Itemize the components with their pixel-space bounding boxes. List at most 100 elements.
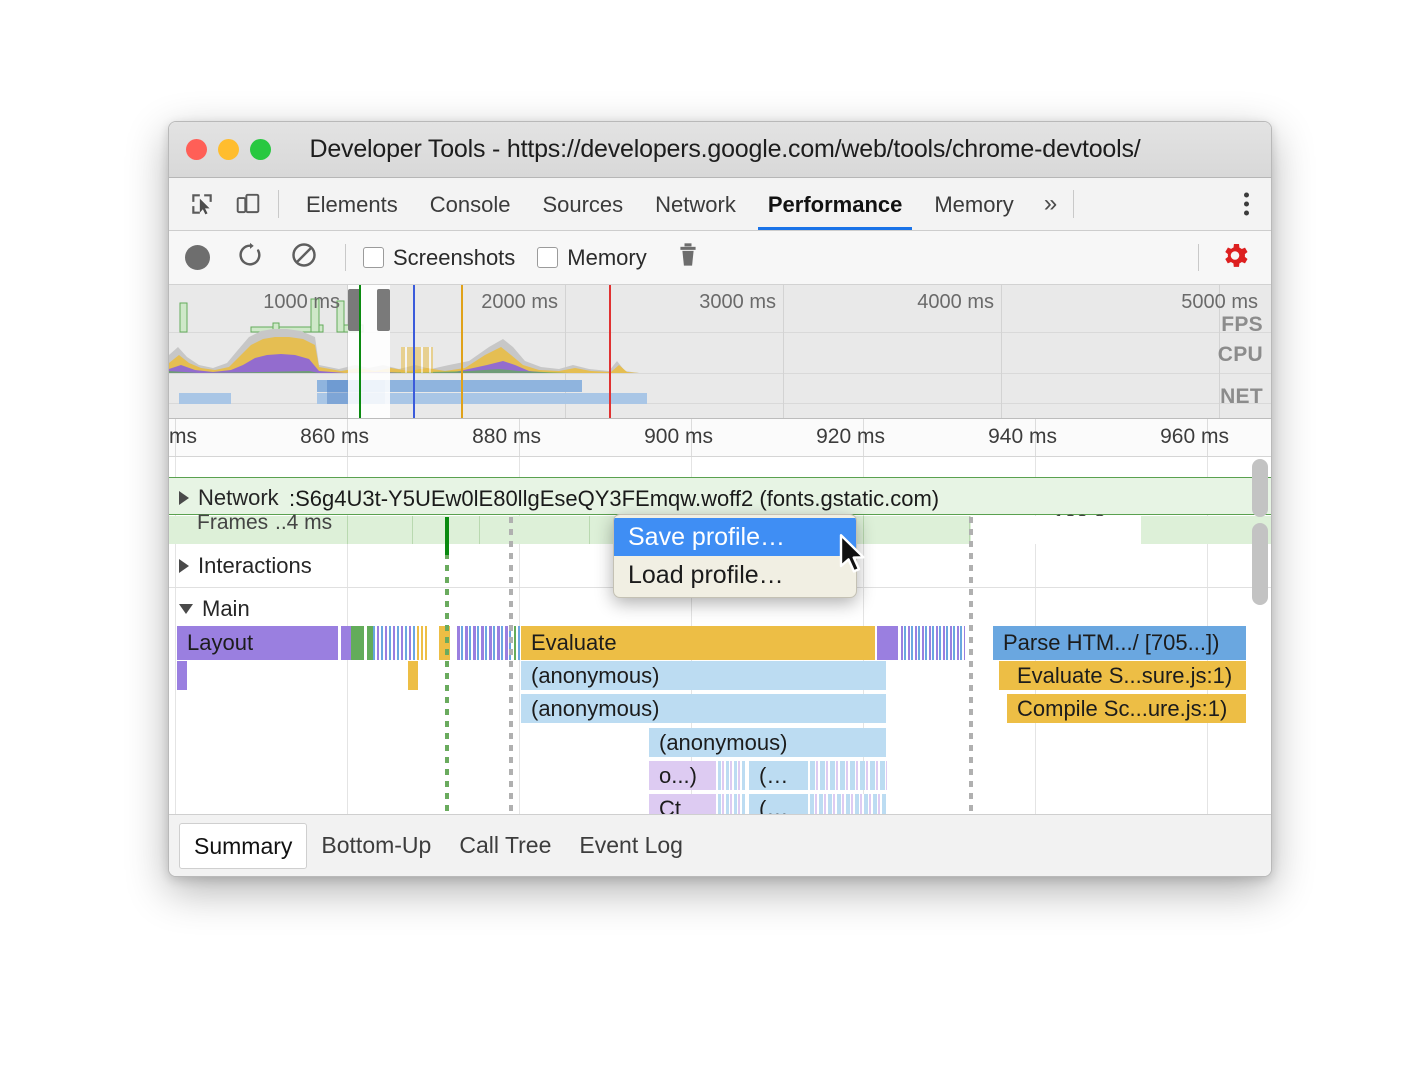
tab-network[interactable]: Network (639, 179, 752, 230)
main-track-label: Main (202, 596, 250, 622)
frames-track-label: Frames (197, 511, 268, 535)
flame-bar-o[interactable]: o...) (649, 761, 717, 790)
flame-bar-cluster[interactable] (373, 626, 415, 660)
flame-bar-anonymous-1[interactable]: (anonymous) (521, 661, 887, 690)
ruler-tick: 960 ms (1160, 425, 1237, 449)
main-track-header[interactable]: Main (179, 596, 250, 622)
track-network[interactable]: Network :S6g4U3t-Y5UEw0lE80llgEseQY3FEmq… (169, 477, 1271, 515)
toolbar-separator (345, 244, 346, 271)
flame-bar-cluster[interactable] (810, 761, 887, 790)
ruler-tick: 940 ms (988, 425, 1065, 449)
window-controls (169, 139, 271, 160)
device-toolbar-icon[interactable] (229, 185, 267, 223)
collect-garbage-icon[interactable] (675, 241, 701, 274)
window-title-bar: Developer Tools - https://developers.goo… (169, 122, 1271, 178)
network-request-tooltip: :S6g4U3t-Y5UEw0lE80llgEseQY3FEmqw.woff2 … (289, 486, 939, 512)
chevron-down-icon (179, 604, 193, 614)
tab-summary[interactable]: Summary (179, 823, 307, 869)
overview-track-label-cpu: CPU (1218, 343, 1263, 367)
screenshots-label: Screenshots (393, 245, 515, 271)
performance-toolbar: Screenshots Memory (169, 231, 1271, 285)
zoom-button[interactable] (250, 139, 271, 160)
kebab-menu-icon[interactable] (1244, 193, 1249, 216)
tool-icon-group (169, 185, 267, 223)
load-event-marker (413, 285, 415, 418)
onload-marker (609, 285, 611, 418)
dom-content-loaded-marker (359, 285, 361, 418)
inspect-element-icon[interactable] (183, 185, 221, 223)
network-track-label: Network (198, 485, 279, 511)
tab-performance[interactable]: Performance (752, 179, 919, 230)
timeline-overview[interactable]: 1000 ms 2000 ms 3000 ms 4000 ms 5000 ms … (169, 285, 1271, 419)
tab-sources[interactable]: Sources (526, 179, 639, 230)
frame-duration: ..4 ms (275, 511, 332, 535)
devtools-tab-strip: Elements Console Sources Network Perform… (169, 178, 1271, 231)
flame-bar[interactable] (351, 626, 365, 660)
flame-bar-anonymous-3[interactable]: (anonymous) (649, 728, 887, 757)
flame-bar[interactable] (877, 626, 899, 660)
ruler-tick: 860 ms (300, 425, 377, 449)
flame-bar-cluster[interactable] (417, 626, 427, 660)
tab-memory[interactable]: Memory (918, 179, 1029, 230)
chevron-right-icon (179, 559, 189, 573)
tabstrip-right-divider (1073, 190, 1074, 218)
screenshots-checkbox-box (363, 247, 384, 268)
tab-console[interactable]: Console (414, 179, 527, 230)
interactions-track-header[interactable]: Interactions (179, 553, 312, 579)
ruler-tick: 880 ms (472, 425, 549, 449)
devtools-window: Developer Tools - https://developers.goo… (168, 121, 1272, 877)
overview-track-label-net: NET (1220, 385, 1263, 409)
overview-tick: 4000 ms (917, 291, 1001, 314)
memory-checkbox[interactable]: Memory (537, 245, 646, 271)
toolbar-divider (278, 190, 279, 218)
tab-call-tree[interactable]: Call Tree (445, 823, 565, 869)
overview-track-label-fps: FPS (1221, 313, 1263, 337)
network-track-header[interactable]: Network (179, 485, 279, 511)
flame-bar-cluster[interactable] (457, 626, 512, 660)
flame-bar-evaluate-script[interactable]: Evaluate S...sure.js:1) (1007, 661, 1247, 690)
flame-bar-paren-1[interactable]: (… (749, 761, 809, 790)
flame-bar-parse-html[interactable]: Parse HTM.../ [705...]) (993, 626, 1247, 660)
clear-recording-icon[interactable] (290, 241, 318, 274)
more-tabs-chevron-icon[interactable]: » (1030, 190, 1071, 218)
first-paint-marker (461, 285, 463, 418)
tab-elements[interactable]: Elements (290, 179, 414, 230)
panel-tabs: Elements Console Sources Network Perform… (290, 179, 1071, 230)
capture-settings-gear-icon[interactable] (1219, 239, 1251, 276)
timeline-marker-solid-green (445, 517, 449, 555)
selection-handle-right[interactable] (377, 289, 390, 331)
ruler-tick: 900 ms (644, 425, 721, 449)
context-menu[interactable]: Save profile… Load profile… (613, 514, 857, 598)
ruler-tick: 920 ms (816, 425, 893, 449)
ruler-tick: 840 ms (169, 425, 205, 449)
record-button[interactable] (185, 245, 210, 270)
flame-chart-scrollbar-thumb[interactable] (1252, 523, 1268, 605)
flame-bar-cluster[interactable] (718, 761, 746, 790)
close-button[interactable] (186, 139, 207, 160)
screenshots-checkbox[interactable]: Screenshots (363, 245, 515, 271)
flame-bar-cluster[interactable] (901, 626, 965, 660)
overview-tick: 5000 ms (1181, 291, 1265, 314)
flame-bar-layout[interactable]: Layout (177, 626, 339, 660)
flame-bar-anonymous-2[interactable]: (anonymous) (521, 694, 887, 723)
overview-tick: 2000 ms (481, 291, 565, 314)
timeline-marker-gray-2 (969, 517, 973, 838)
minimize-button[interactable] (218, 139, 239, 160)
tab-event-log[interactable]: Event Log (565, 823, 697, 869)
context-menu-item-save-profile[interactable]: Save profile… (614, 518, 856, 556)
reload-and-record-icon[interactable] (236, 241, 264, 274)
flame-bar-compile-script[interactable]: Compile Sc...ure.js:1) (1007, 694, 1247, 723)
toolbar-right-separator (1198, 244, 1199, 271)
flame-bar-evaluate[interactable]: Evaluate (521, 626, 876, 660)
details-tab-bar: Summary Bottom-Up Call Tree Event Log (169, 814, 1271, 876)
interactions-track-label: Interactions (198, 553, 312, 579)
flame-chart-scrollbar-thumb-top[interactable] (1252, 459, 1268, 517)
screenshot-root: Developer Tools - https://developers.goo… (0, 0, 1419, 1065)
tab-bottom-up[interactable]: Bottom-Up (307, 823, 445, 869)
flame-bar[interactable] (408, 661, 419, 690)
context-menu-item-load-profile[interactable]: Load profile… (614, 556, 856, 594)
timeline-marker-gray-1 (509, 517, 513, 838)
window-title: Developer Tools - https://developers.goo… (169, 135, 1271, 164)
flame-bar[interactable] (177, 661, 188, 690)
timeline-ruler[interactable]: 840 ms 860 ms 880 ms 900 ms 920 ms 940 m… (169, 419, 1271, 457)
